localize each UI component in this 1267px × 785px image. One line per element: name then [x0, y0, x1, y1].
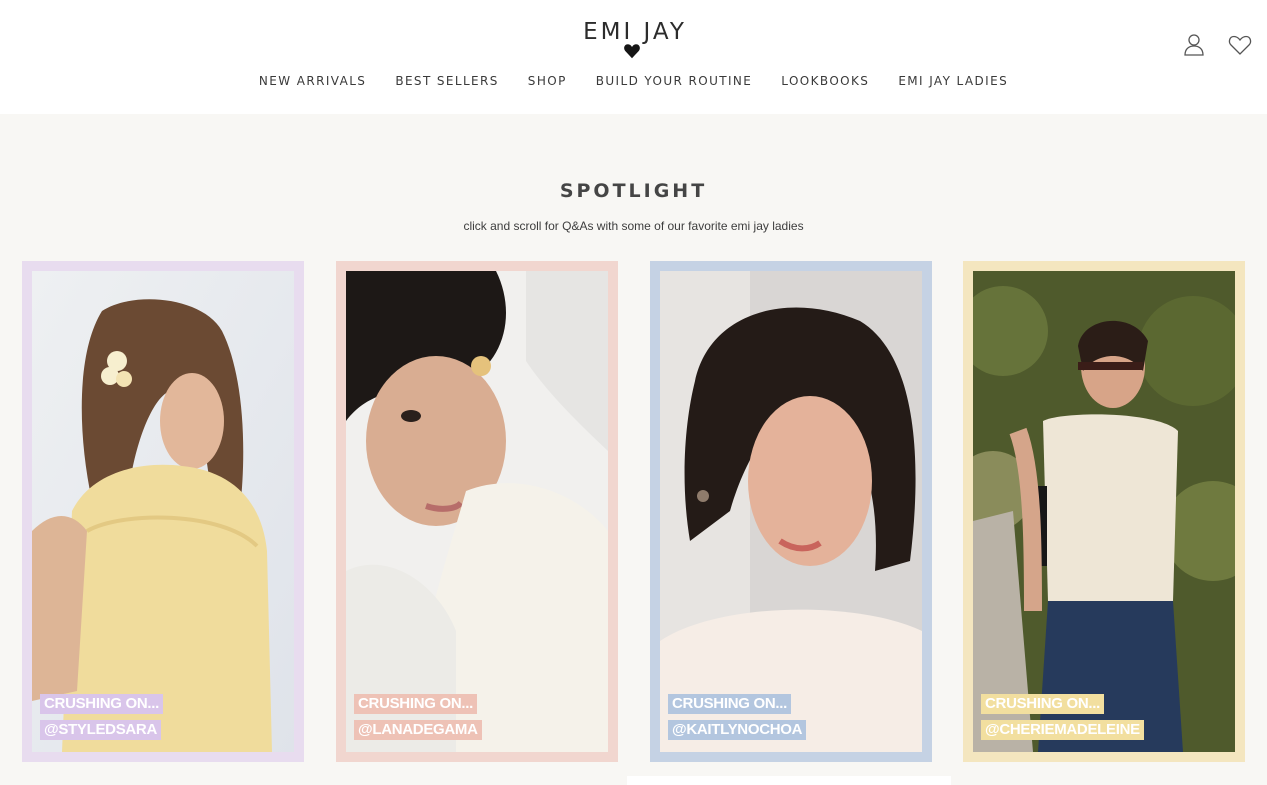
card-tag-line1: CRUSHING ON...	[668, 694, 791, 714]
card-tag-line1: CRUSHING ON...	[40, 694, 163, 714]
card-photo: CRUSHING ON... @STYLEDSARA	[32, 271, 294, 752]
spotlight-card-cheriemadeleine[interactable]: CRUSHING ON... @CHERIEMADELEINE	[963, 261, 1245, 762]
card-photo: CRUSHING ON... @CHERIEMADELEINE	[973, 271, 1235, 752]
nav-lookbooks[interactable]: LOOKBOOKS	[767, 72, 884, 90]
portrait-image	[32, 271, 294, 752]
card-photo: CRUSHING ON... @LANADEGAMA	[346, 271, 608, 752]
card-tag-line1: CRUSHING ON...	[981, 694, 1104, 714]
nav-new-arrivals[interactable]: NEW ARRIVALS	[244, 72, 380, 90]
header-icons	[1181, 32, 1253, 58]
card-handle: @STYLEDSARA	[40, 720, 162, 740]
portrait-image	[660, 271, 922, 752]
logo-heart-icon	[624, 44, 640, 59]
spotlight-title: SPOTLIGHT	[559, 180, 708, 202]
brand-logo[interactable]: EMI JAY	[565, 18, 705, 62]
main-nav: NEW ARRIVALS BEST SELLERS SHOP BUILD YOU…	[0, 72, 1267, 90]
wishlist-heart-icon[interactable]	[1227, 32, 1253, 58]
card-handle: @CHERIEMADELEINE	[981, 720, 1144, 740]
site-header: EMI JAY NEW ARRIVALS BEST SELLERS SHOP B…	[0, 0, 1267, 114]
nav-build-your-routine[interactable]: BUILD YOUR ROUTINE	[581, 72, 767, 90]
nav-shop[interactable]: SHOP	[513, 72, 581, 90]
nav-best-sellers[interactable]: BEST SELLERS	[381, 72, 513, 90]
spotlight-subtitle: click and scroll for Q&As with some of o…	[463, 219, 804, 233]
spotlight-card-styledsara[interactable]: CRUSHING ON... @STYLEDSARA	[22, 261, 304, 762]
card-photo: CRUSHING ON... @KAITLYNOCHOA	[660, 271, 922, 752]
bottom-panel-edge	[627, 776, 951, 785]
card-handle: @KAITLYNOCHOA	[668, 720, 807, 740]
account-icon[interactable]	[1181, 32, 1207, 58]
card-handle: @LANADEGAMA	[354, 720, 482, 740]
portrait-image	[346, 271, 608, 752]
nav-emi-jay-ladies[interactable]: EMI JAY LADIES	[884, 72, 1023, 90]
spotlight-card-lanadegama[interactable]: CRUSHING ON... @LANADEGAMA	[336, 261, 618, 762]
portrait-image	[973, 271, 1235, 752]
card-tag-line1: CRUSHING ON...	[354, 694, 477, 714]
spotlight-card-kaitlynochoa[interactable]: CRUSHING ON... @KAITLYNOCHOA	[650, 261, 932, 762]
